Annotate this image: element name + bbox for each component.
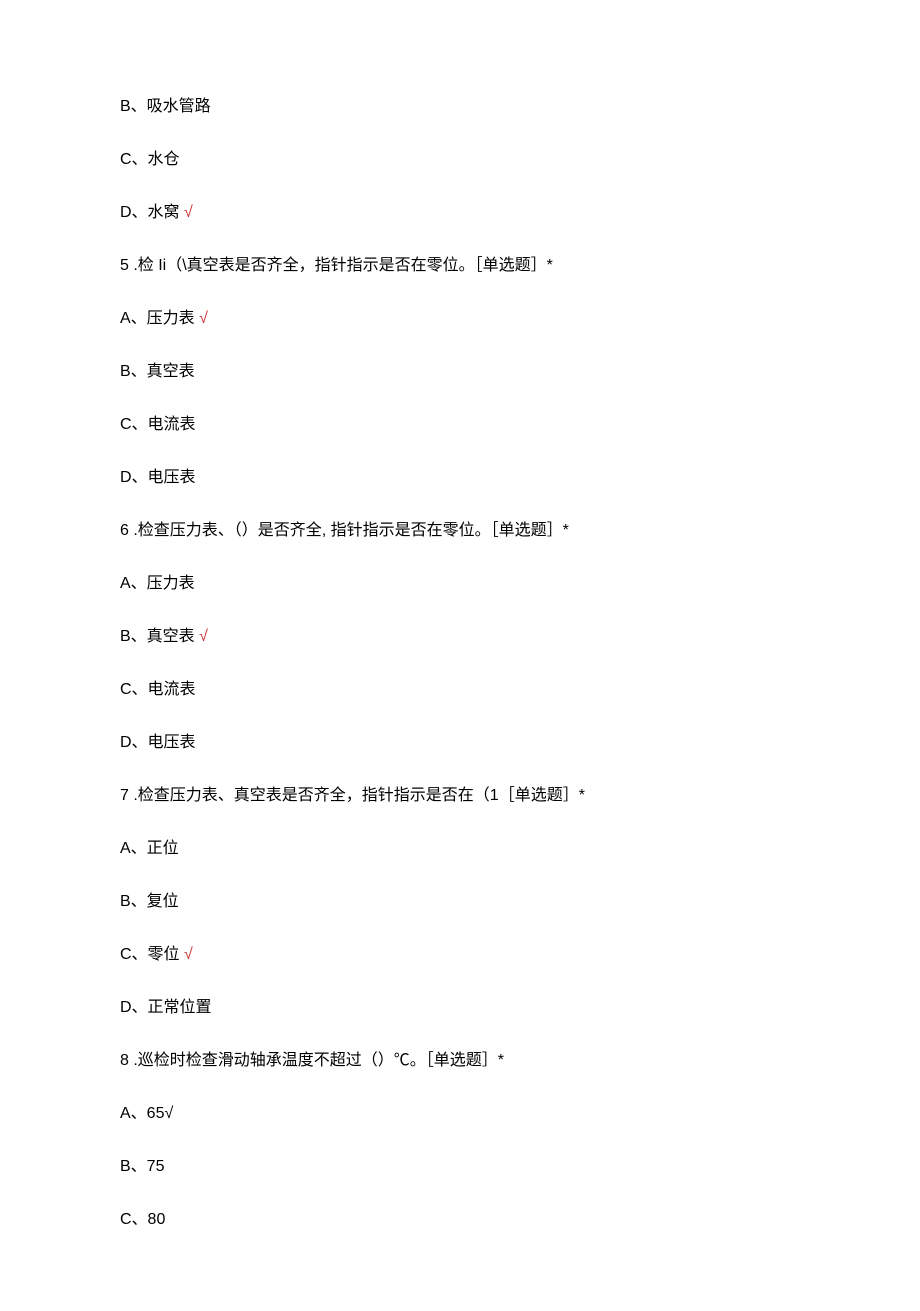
line-text: D、水窝 xyxy=(120,204,184,221)
text-line: C、零位 √ xyxy=(120,943,800,967)
check-mark-icon: √ xyxy=(199,310,208,327)
document-content: B、吸水管路 C、水仓 D、水窝 √ 5 .检 Ii（\真空表是否齐全，指针指示是否在… xyxy=(120,95,800,1232)
line-text: 8 .巡检时检查滑动轴承温度不超过（）℃。［单选题］* xyxy=(120,1052,504,1069)
text-line: 8 .巡检时检查滑动轴承温度不超过（）℃。［单选题］* xyxy=(120,1049,800,1073)
line-text: B、真空表 xyxy=(120,363,195,380)
text-line: B、吸水管路 xyxy=(120,95,800,119)
line-text: C、电流表 xyxy=(120,416,196,433)
line-text: B、复位 xyxy=(120,893,179,910)
line-text: C、零位 xyxy=(120,946,184,963)
check-mark-icon: √ xyxy=(184,204,193,221)
text-line: A、65√ xyxy=(120,1102,800,1126)
text-line: 7 .检查压力表、真空表是否齐全，指针指示是否在（1［单选题］* xyxy=(120,784,800,808)
text-line: D、电压表 xyxy=(120,466,800,490)
text-line: A、压力表 xyxy=(120,572,800,596)
line-text: 6 .检查压力表、（）是否齐全, 指针指示是否在零位。［单选题］* xyxy=(120,522,569,539)
text-line: B、真空表 √ xyxy=(120,625,800,649)
line-text: C、电流表 xyxy=(120,681,196,698)
line-text: B、75 xyxy=(120,1158,164,1175)
line-text: A、65√ xyxy=(120,1105,173,1122)
text-line: D、水窝 √ xyxy=(120,201,800,225)
check-mark-icon: √ xyxy=(199,628,208,645)
line-text: D、电压表 xyxy=(120,734,196,751)
text-line: C、电流表 xyxy=(120,678,800,702)
line-text: A、正位 xyxy=(120,840,179,857)
line-text: C、水仓 xyxy=(120,151,180,168)
line-text: 7 .检查压力表、真空表是否齐全，指针指示是否在（1［单选题］* xyxy=(120,787,585,804)
text-line: D、电压表 xyxy=(120,731,800,755)
line-text: D、电压表 xyxy=(120,469,196,486)
check-mark-icon: √ xyxy=(184,946,193,963)
text-line: B、75 xyxy=(120,1155,800,1179)
line-text: 5 .检 Ii（\真空表是否齐全，指针指示是否在零位。［单选题］* xyxy=(120,257,553,274)
line-text: A、压力表 xyxy=(120,575,195,592)
text-line: 5 .检 Ii（\真空表是否齐全，指针指示是否在零位。［单选题］* xyxy=(120,254,800,278)
line-text: B、吸水管路 xyxy=(120,98,211,115)
text-line: D、正常位置 xyxy=(120,996,800,1020)
text-line: C、电流表 xyxy=(120,413,800,437)
text-line: A、压力表 √ xyxy=(120,307,800,331)
text-line: C、80 xyxy=(120,1208,800,1232)
line-text: D、正常位置 xyxy=(120,999,212,1016)
line-text: C、80 xyxy=(120,1211,165,1228)
line-text: A、压力表 xyxy=(120,310,199,327)
text-line: 6 .检查压力表、（）是否齐全, 指针指示是否在零位。［单选题］* xyxy=(120,519,800,543)
text-line: A、正位 xyxy=(120,837,800,861)
line-text: B、真空表 xyxy=(120,628,199,645)
text-line: B、真空表 xyxy=(120,360,800,384)
text-line: B、复位 xyxy=(120,890,800,914)
text-line: C、水仓 xyxy=(120,148,800,172)
